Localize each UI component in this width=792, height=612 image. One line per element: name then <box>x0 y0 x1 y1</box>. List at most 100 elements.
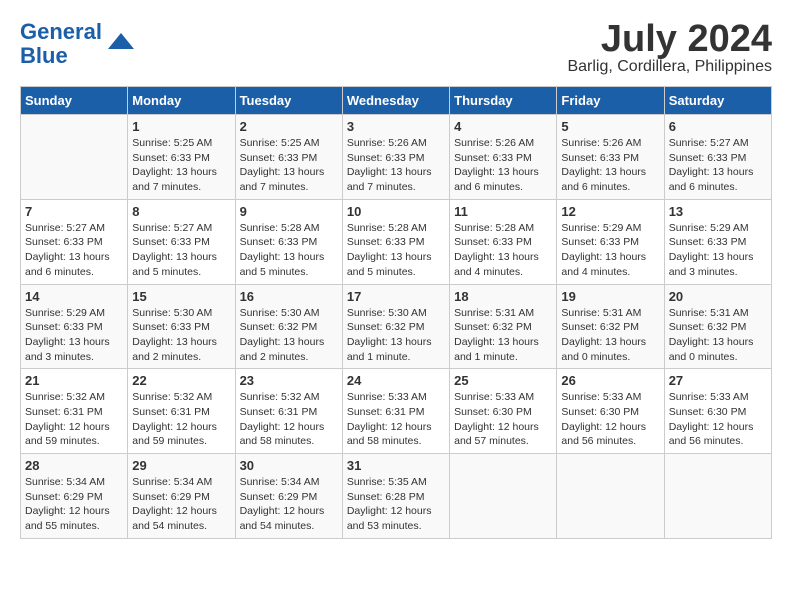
calendar-cell: 25 Sunrise: 5:33 AM Sunset: 6:30 PM Dayli… <box>450 369 557 454</box>
day-number: 3 <box>347 119 445 134</box>
logo-icon <box>106 29 136 59</box>
day-detail: Sunrise: 5:28 AM Sunset: 6:33 PM Dayligh… <box>454 221 552 280</box>
day-detail: Sunrise: 5:35 AM Sunset: 6:28 PM Dayligh… <box>347 475 445 534</box>
day-number: 12 <box>561 204 659 219</box>
calendar-cell: 21 Sunrise: 5:32 AM Sunset: 6:31 PM Dayli… <box>21 369 128 454</box>
day-number: 21 <box>25 373 123 388</box>
day-number: 23 <box>240 373 338 388</box>
calendar-cell: 16 Sunrise: 5:30 AM Sunset: 6:32 PM Dayli… <box>235 284 342 369</box>
weekday-header-monday: Monday <box>128 87 235 115</box>
weekday-header-sunday: Sunday <box>21 87 128 115</box>
day-detail: Sunrise: 5:30 AM Sunset: 6:32 PM Dayligh… <box>240 306 338 365</box>
weekday-header-row: SundayMondayTuesdayWednesdayThursdayFrid… <box>21 87 772 115</box>
calendar-cell <box>664 454 771 539</box>
calendar-cell: 17 Sunrise: 5:30 AM Sunset: 6:32 PM Dayli… <box>342 284 449 369</box>
day-detail: Sunrise: 5:26 AM Sunset: 6:33 PM Dayligh… <box>347 136 445 195</box>
day-number: 14 <box>25 289 123 304</box>
weekday-header-saturday: Saturday <box>664 87 771 115</box>
page-header: General Blue July 2024 Barlig, Cordiller… <box>20 20 772 76</box>
day-detail: Sunrise: 5:33 AM Sunset: 6:30 PM Dayligh… <box>454 390 552 449</box>
day-number: 16 <box>240 289 338 304</box>
day-detail: Sunrise: 5:32 AM Sunset: 6:31 PM Dayligh… <box>25 390 123 449</box>
day-number: 24 <box>347 373 445 388</box>
day-detail: Sunrise: 5:28 AM Sunset: 6:33 PM Dayligh… <box>240 221 338 280</box>
day-number: 5 <box>561 119 659 134</box>
day-number: 9 <box>240 204 338 219</box>
day-number: 20 <box>669 289 767 304</box>
day-number: 25 <box>454 373 552 388</box>
day-number: 10 <box>347 204 445 219</box>
calendar-cell: 20Sunrise: 5:31 AM Sunset: 6:32 PM Dayli… <box>664 284 771 369</box>
day-number: 17 <box>347 289 445 304</box>
day-detail: Sunrise: 5:25 AM Sunset: 6:33 PM Dayligh… <box>132 136 230 195</box>
calendar-week-row: 21 Sunrise: 5:32 AM Sunset: 6:31 PM Dayli… <box>21 369 772 454</box>
day-detail: Sunrise: 5:34 AM Sunset: 6:29 PM Dayligh… <box>240 475 338 534</box>
day-number: 13 <box>669 204 767 219</box>
calendar-cell: 28Sunrise: 5:34 AM Sunset: 6:29 PM Dayli… <box>21 454 128 539</box>
day-detail: Sunrise: 5:32 AM Sunset: 6:31 PM Dayligh… <box>240 390 338 449</box>
calendar-cell: 26 Sunrise: 5:33 AM Sunset: 6:30 PM Dayli… <box>557 369 664 454</box>
day-number: 22 <box>132 373 230 388</box>
day-detail: Sunrise: 5:26 AM Sunset: 6:33 PM Dayligh… <box>561 136 659 195</box>
day-detail: Sunrise: 5:27 AM Sunset: 6:33 PM Dayligh… <box>669 136 767 195</box>
calendar-title: July 2024 <box>567 20 772 58</box>
day-detail: Sunrise: 5:29 AM Sunset: 6:33 PM Dayligh… <box>669 221 767 280</box>
day-detail: Sunrise: 5:33 AM Sunset: 6:30 PM Dayligh… <box>561 390 659 449</box>
day-number: 4 <box>454 119 552 134</box>
day-detail: Sunrise: 5:33 AM Sunset: 6:31 PM Dayligh… <box>347 390 445 449</box>
day-detail: Sunrise: 5:29 AM Sunset: 6:33 PM Dayligh… <box>561 221 659 280</box>
title-block: July 2024 Barlig, Cordillera, Philippine… <box>567 20 772 76</box>
calendar-cell: 3 Sunrise: 5:26 AM Sunset: 6:33 PM Daylig… <box>342 115 449 200</box>
day-number: 6 <box>669 119 767 134</box>
calendar-cell: 31 Sunrise: 5:35 AM Sunset: 6:28 PM Dayli… <box>342 454 449 539</box>
calendar-cell: 5 Sunrise: 5:26 AM Sunset: 6:33 PM Daylig… <box>557 115 664 200</box>
day-number: 1 <box>132 119 230 134</box>
weekday-header-wednesday: Wednesday <box>342 87 449 115</box>
day-detail: Sunrise: 5:34 AM Sunset: 6:29 PM Dayligh… <box>25 475 123 534</box>
weekday-header-tuesday: Tuesday <box>235 87 342 115</box>
calendar-cell <box>450 454 557 539</box>
day-number: 31 <box>347 458 445 473</box>
day-number: 29 <box>132 458 230 473</box>
calendar-cell: 15Sunrise: 5:30 AM Sunset: 6:33 PM Dayli… <box>128 284 235 369</box>
day-detail: Sunrise: 5:29 AM Sunset: 6:33 PM Dayligh… <box>25 306 123 365</box>
day-number: 27 <box>669 373 767 388</box>
day-detail: Sunrise: 5:34 AM Sunset: 6:29 PM Dayligh… <box>132 475 230 534</box>
day-detail: Sunrise: 5:27 AM Sunset: 6:33 PM Dayligh… <box>25 221 123 280</box>
calendar-week-row: 7 Sunrise: 5:27 AM Sunset: 6:33 PM Daylig… <box>21 199 772 284</box>
day-number: 19 <box>561 289 659 304</box>
day-detail: Sunrise: 5:28 AM Sunset: 6:33 PM Dayligh… <box>347 221 445 280</box>
logo: General Blue <box>20 20 136 68</box>
calendar-cell: 6 Sunrise: 5:27 AM Sunset: 6:33 PM Daylig… <box>664 115 771 200</box>
calendar-cell: 4 Sunrise: 5:26 AM Sunset: 6:33 PM Daylig… <box>450 115 557 200</box>
calendar-cell: 10 Sunrise: 5:28 AM Sunset: 6:33 PM Dayli… <box>342 199 449 284</box>
day-number: 11 <box>454 204 552 219</box>
day-number: 30 <box>240 458 338 473</box>
calendar-cell: 8Sunrise: 5:27 AM Sunset: 6:33 PM Daylig… <box>128 199 235 284</box>
calendar-cell: 1 Sunrise: 5:25 AM Sunset: 6:33 PM Daylig… <box>128 115 235 200</box>
calendar-cell: 22Sunrise: 5:32 AM Sunset: 6:31 PM Dayli… <box>128 369 235 454</box>
calendar-cell: 24 Sunrise: 5:33 AM Sunset: 6:31 PM Dayli… <box>342 369 449 454</box>
calendar-cell: 14 Sunrise: 5:29 AM Sunset: 6:33 PM Dayli… <box>21 284 128 369</box>
calendar-cell: 9 Sunrise: 5:28 AM Sunset: 6:33 PM Daylig… <box>235 199 342 284</box>
day-detail: Sunrise: 5:30 AM Sunset: 6:32 PM Dayligh… <box>347 306 445 365</box>
day-detail: Sunrise: 5:25 AM Sunset: 6:33 PM Dayligh… <box>240 136 338 195</box>
day-detail: Sunrise: 5:33 AM Sunset: 6:30 PM Dayligh… <box>669 390 767 449</box>
day-number: 15 <box>132 289 230 304</box>
calendar-cell: 30 Sunrise: 5:34 AM Sunset: 6:29 PM Dayli… <box>235 454 342 539</box>
day-detail: Sunrise: 5:26 AM Sunset: 6:33 PM Dayligh… <box>454 136 552 195</box>
calendar-week-row: 1 Sunrise: 5:25 AM Sunset: 6:33 PM Daylig… <box>21 115 772 200</box>
day-number: 8 <box>132 204 230 219</box>
weekday-header-thursday: Thursday <box>450 87 557 115</box>
day-number: 26 <box>561 373 659 388</box>
calendar-cell: 11 Sunrise: 5:28 AM Sunset: 6:33 PM Dayli… <box>450 199 557 284</box>
calendar-subtitle: Barlig, Cordillera, Philippines <box>567 58 772 76</box>
calendar-cell: 27 Sunrise: 5:33 AM Sunset: 6:30 PM Dayli… <box>664 369 771 454</box>
day-number: 2 <box>240 119 338 134</box>
day-number: 7 <box>25 204 123 219</box>
calendar-cell: 12 Sunrise: 5:29 AM Sunset: 6:33 PM Dayli… <box>557 199 664 284</box>
calendar-cell: 29 Sunrise: 5:34 AM Sunset: 6:29 PM Dayli… <box>128 454 235 539</box>
calendar-cell: 23 Sunrise: 5:32 AM Sunset: 6:31 PM Dayli… <box>235 369 342 454</box>
day-detail: Sunrise: 5:31 AM Sunset: 6:32 PM Dayligh… <box>454 306 552 365</box>
calendar-cell: 7 Sunrise: 5:27 AM Sunset: 6:33 PM Daylig… <box>21 199 128 284</box>
